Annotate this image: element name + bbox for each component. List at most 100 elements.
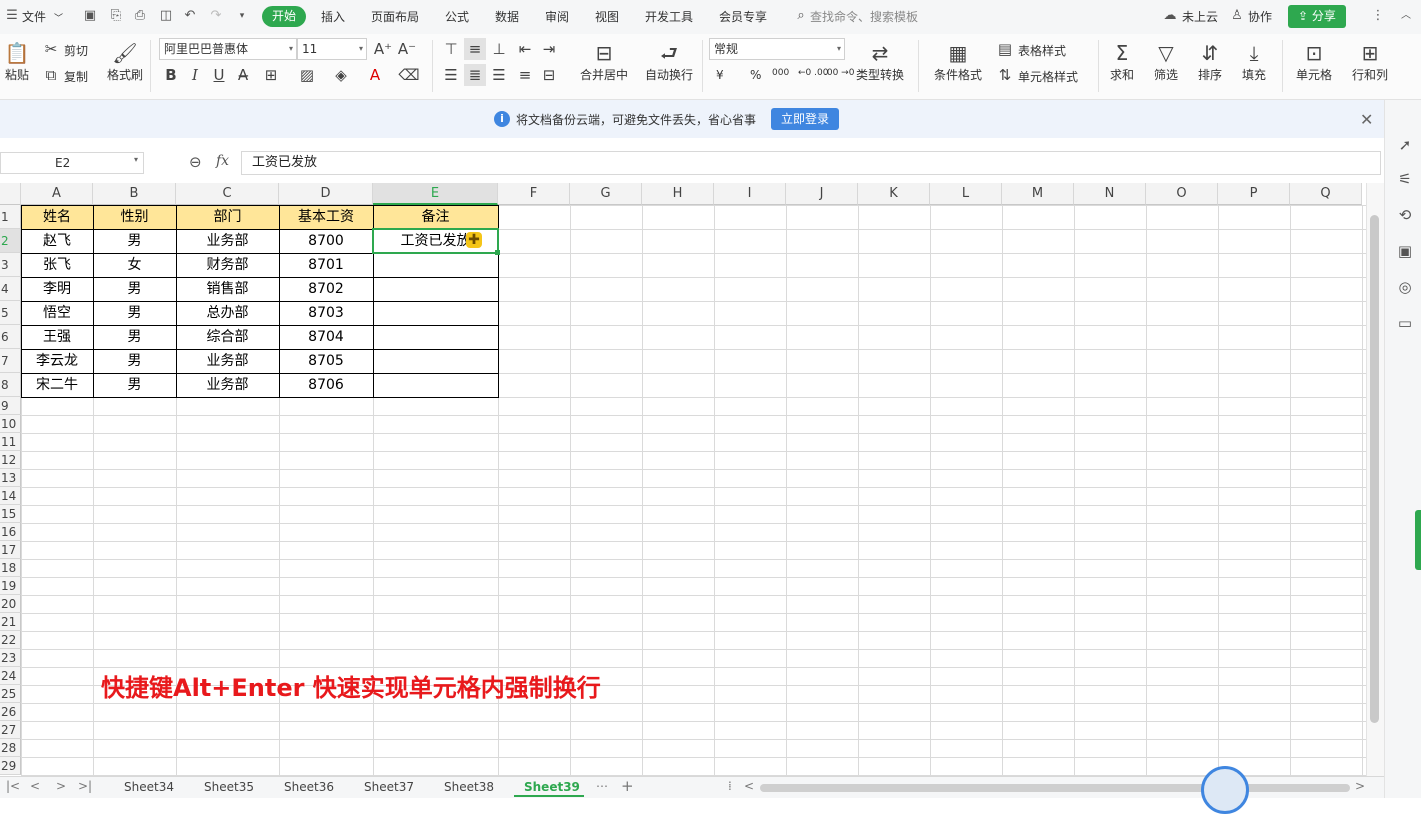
table-cell[interactable]: 男: [93, 325, 176, 349]
table-cell[interactable]: 男: [93, 229, 176, 253]
increase-font-icon[interactable]: A⁺: [372, 38, 394, 60]
paste-button[interactable]: 📋 粘贴: [2, 40, 32, 83]
row-header[interactable]: 18: [0, 559, 21, 577]
align-top-icon[interactable]: ⊤: [440, 38, 462, 60]
row-header[interactable]: 11: [0, 433, 21, 451]
cloud-status[interactable]: 未上云: [1182, 8, 1218, 25]
font-size-select[interactable]: 11 ▾: [297, 38, 367, 60]
decrease-font-icon[interactable]: A⁻: [396, 38, 418, 60]
hamburger-icon[interactable]: ☰: [4, 8, 20, 24]
align-right-icon[interactable]: ☰: [488, 64, 510, 86]
assistant-avatar[interactable]: [1201, 766, 1249, 814]
row-header[interactable]: 10: [0, 415, 21, 433]
scroll-right-icon[interactable]: >: [1355, 779, 1365, 793]
align-center-icon[interactable]: ≣: [464, 64, 486, 86]
table-cell[interactable]: 赵飞: [21, 229, 93, 253]
sheet-tab[interactable]: Sheet36: [284, 780, 334, 794]
currency-button[interactable]: ¥: [716, 68, 724, 82]
sheet-tab[interactable]: Sheet35: [204, 780, 254, 794]
tab-developer[interactable]: 开发工具: [645, 8, 693, 25]
column-header[interactable]: M: [1002, 183, 1074, 205]
table-cell[interactable]: 业务部: [176, 373, 279, 397]
row-header[interactable]: 7: [0, 349, 21, 373]
fx-icon[interactable]: fx: [216, 153, 229, 169]
align-middle-icon[interactable]: ≡: [464, 38, 486, 60]
table-cell[interactable]: 性别: [93, 205, 176, 229]
command-search[interactable]: 查找命令、搜索模板: [810, 8, 918, 25]
conditional-format-button[interactable]: ▦ 条件格式: [928, 40, 988, 83]
table-cell[interactable]: 李云龙: [21, 349, 93, 373]
column-header[interactable]: B: [93, 183, 176, 205]
row-header[interactable]: 24: [0, 667, 21, 685]
table-cell[interactable]: 基本工资: [279, 205, 373, 229]
distributed-align-icon[interactable]: ⊟: [538, 64, 560, 86]
location-icon[interactable]: ◎: [1396, 278, 1414, 296]
more-sheets-icon[interactable]: ⋯: [596, 779, 608, 793]
table-cell[interactable]: 男: [93, 373, 176, 397]
tab-formula[interactable]: 公式: [445, 8, 469, 25]
clear-format-icon[interactable]: ⌫: [398, 64, 420, 86]
prev-sheet-icon[interactable]: <: [30, 779, 40, 793]
italic-icon[interactable]: I: [184, 64, 206, 86]
column-header[interactable]: C: [176, 183, 279, 205]
filter-button[interactable]: ▽ 筛选: [1150, 40, 1182, 83]
row-header[interactable]: 1: [0, 205, 21, 229]
sheet-tools-icon[interactable]: ▣: [1396, 242, 1414, 260]
row-header[interactable]: 4: [0, 277, 21, 301]
table-cell[interactable]: 8702: [279, 277, 373, 301]
export-icon[interactable]: ⎘: [108, 8, 124, 24]
sum-button[interactable]: Σ 求和: [1106, 40, 1138, 83]
table-cell[interactable]: 8700: [279, 229, 373, 253]
row-header[interactable]: 19: [0, 577, 21, 595]
name-box[interactable]: E2: [0, 152, 144, 174]
row-header[interactable]: 3: [0, 253, 21, 277]
tab-view[interactable]: 视图: [595, 8, 619, 25]
zoom-icon[interactable]: ⊖: [189, 153, 202, 171]
tab-insert[interactable]: 插入: [321, 8, 345, 25]
row-header[interactable]: 16: [0, 523, 21, 541]
table-cell[interactable]: 女: [93, 253, 176, 277]
table-cell[interactable]: 总办部: [176, 301, 279, 325]
table-cell[interactable]: 财务部: [176, 253, 279, 277]
column-header[interactable]: H: [642, 183, 714, 205]
table-cell[interactable]: 悟空: [21, 301, 93, 325]
file-menu[interactable]: 文件: [22, 8, 46, 25]
table-cell[interactable]: 业务部: [176, 349, 279, 373]
align-bottom-icon[interactable]: ⊥: [488, 38, 510, 60]
print-preview-icon[interactable]: ◫: [158, 8, 174, 24]
number-format-select[interactable]: 常规 ▾: [709, 38, 845, 60]
type-convert-button[interactable]: ⇄ 类型转换: [850, 40, 910, 83]
tab-member[interactable]: 会员专享: [719, 8, 767, 25]
transform-icon[interactable]: ⟲: [1396, 206, 1414, 224]
row-header[interactable]: 23: [0, 649, 21, 667]
row-header[interactable]: 5: [0, 301, 21, 325]
row-header[interactable]: 26: [0, 703, 21, 721]
quick-access-dropdown-icon[interactable]: ▾: [234, 8, 250, 24]
tab-review[interactable]: 审阅: [545, 8, 569, 25]
login-button[interactable]: 立即登录: [771, 108, 839, 130]
table-cell[interactable]: 8704: [279, 325, 373, 349]
save-icon[interactable]: ▣: [82, 8, 98, 24]
column-header[interactable]: A: [21, 183, 93, 205]
cut-button[interactable]: 剪切: [64, 42, 88, 59]
merge-center-button[interactable]: ⊟ 合并居中: [574, 40, 634, 83]
vertical-scroll-thumb[interactable]: [1370, 215, 1379, 723]
wrap-text-button[interactable]: ⮐ 自动换行: [644, 40, 694, 83]
copy-button[interactable]: 复制: [64, 68, 88, 85]
undo-icon[interactable]: ↶: [182, 8, 198, 24]
table-cell[interactable]: 8706: [279, 373, 373, 397]
indent-decrease-icon[interactable]: ⇤: [514, 38, 536, 60]
collaborate-button[interactable]: 协作: [1248, 8, 1272, 25]
row-header[interactable]: 28: [0, 739, 21, 757]
bold-icon[interactable]: B: [160, 64, 182, 86]
add-sheet-icon[interactable]: +: [621, 777, 634, 795]
row-header[interactable]: 12: [0, 451, 21, 469]
sheet-tab[interactable]: Sheet37: [364, 780, 414, 794]
table-cell[interactable]: 男: [93, 277, 176, 301]
table-cell[interactable]: 张飞: [21, 253, 93, 277]
table-cell[interactable]: 销售部: [176, 277, 279, 301]
fill-pattern-icon[interactable]: ▨: [296, 64, 318, 86]
chevron-down-icon[interactable]: ▾: [134, 155, 138, 164]
row-header[interactable]: 20: [0, 595, 21, 613]
strikethrough-icon[interactable]: A̶: [232, 64, 254, 86]
